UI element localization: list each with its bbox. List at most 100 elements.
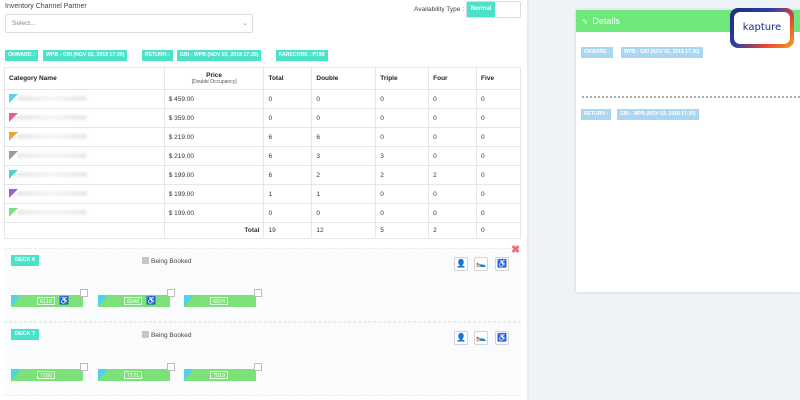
category-cell [4, 146, 165, 166]
person-icon[interactable]: 👤 [454, 257, 468, 271]
farecode-tag: FARECODE : P199 [276, 50, 328, 61]
table-row: $ 359.00 0 0 0 0 0 [4, 108, 521, 128]
four-cell: 0 [428, 89, 478, 109]
logo-text: kapture [734, 12, 790, 44]
price-cell: $ 359.00 [163, 108, 265, 128]
cabin-number: 6048 [124, 297, 143, 305]
total-cell: 0 [263, 89, 313, 109]
total-cell: 0 [263, 108, 313, 128]
total-empty-cell [4, 222, 165, 239]
cabin-7019[interactable]: 7019 [184, 369, 256, 381]
table-row: $ 199.00 6 2 2 2 0 [4, 165, 521, 185]
cabin-7160[interactable]: 7160 [11, 369, 83, 381]
cabin-checkbox[interactable] [254, 289, 262, 297]
category-name-redacted [17, 190, 87, 196]
being-booked-label: Being Booked [151, 332, 192, 339]
triple-cell: 0 [375, 108, 430, 128]
chevron-down-icon: ⌄ [242, 20, 248, 27]
inventory-table: Category Name Price [Double Occupancy] T… [4, 67, 521, 239]
table-row: $ 199.00 0 0 0 0 0 [4, 203, 521, 223]
availability-value: Normal [467, 2, 495, 17]
details-separator [582, 96, 800, 98]
four-cell: 2 [428, 165, 478, 185]
table-header-row: Category Name Price [Double Occupancy] T… [4, 67, 521, 90]
kapture-logo: kapture [730, 8, 794, 48]
details-onward-value: WPB - GBI (NOV 02, 2018 17:30) [621, 47, 703, 58]
five-cell: 0 [476, 146, 521, 166]
price-cell: $ 199.00 [163, 184, 265, 204]
details-title: Details [592, 16, 620, 26]
triple-cell: 2 [375, 165, 430, 185]
wheelchair-icon: ♿ [59, 296, 69, 305]
onward-value-tag: WPB - GBI (NOV 02, 2018 17:30) [43, 50, 128, 61]
category-cell [4, 203, 165, 223]
total-four-cell: 2 [428, 222, 478, 239]
five-cell: 0 [476, 203, 521, 223]
total-cell: 6 [263, 127, 313, 147]
triple-cell: 0 [375, 184, 430, 204]
return-label-tag: RETURN : [142, 50, 173, 61]
close-icon[interactable]: ✖ [511, 243, 520, 256]
five-cell: 0 [476, 108, 521, 128]
cabin-checkbox[interactable] [167, 363, 175, 371]
details-card: ✎ Details ONWARD : WPB - GBI (NOV 02, 20… [576, 10, 800, 292]
double-cell: 6 [311, 127, 377, 147]
price-cell: $ 219.00 [163, 146, 265, 166]
cabin-6048[interactable]: 6048 ♿ [98, 295, 170, 307]
five-cell: 0 [476, 127, 521, 147]
booking-page: Inventory Channel Partner Select... ⌄ Av… [0, 0, 800, 400]
cabin-number: 7171 [124, 371, 143, 379]
cabin-corner [98, 295, 108, 307]
category-name-redacted [17, 133, 87, 139]
cabin-checkbox[interactable] [80, 363, 88, 371]
total-total-cell: 19 [263, 222, 313, 239]
category-name-redacted [17, 114, 87, 120]
cabin-corner [11, 369, 21, 381]
table-row: $ 219.00 6 3 3 0 0 [4, 146, 521, 166]
price-cell: $ 199.00 [163, 165, 265, 185]
header-price-sub: [Double Occupancy] [191, 79, 237, 85]
cabin-checkbox[interactable] [254, 363, 262, 371]
onward-label-tag: ONWARD : [5, 50, 38, 61]
five-cell: 0 [476, 165, 521, 185]
four-cell: 0 [428, 203, 478, 223]
double-cell: 3 [311, 146, 377, 166]
header-category: Category Name [4, 67, 165, 90]
header-price: Price [Double Occupancy] [163, 67, 265, 90]
partner-label: Inventory Channel Partner [5, 3, 87, 10]
being-booked-swatch [142, 331, 149, 338]
table-row: $ 199.00 1 1 0 0 0 [4, 184, 521, 204]
person-icon[interactable]: 👤 [454, 331, 468, 345]
category-name-redacted [17, 171, 87, 177]
cabin-number: 7019 [210, 371, 229, 379]
cabin-7171[interactable]: 7171 [98, 369, 170, 381]
deck-label: DECK 6 [11, 255, 40, 266]
cabin-corner [98, 369, 108, 381]
cabin-checkbox[interactable] [167, 289, 175, 297]
availability-toggle[interactable]: Normal [466, 1, 521, 18]
cabin-6110[interactable]: 6110 ♿ [11, 295, 83, 307]
being-booked-label: Being Booked [151, 258, 192, 265]
wheelchair-icon[interactable]: ♿ [495, 331, 509, 345]
triple-cell: 0 [375, 203, 430, 223]
table-row: $ 219.00 6 6 0 0 0 [4, 127, 521, 147]
cabin-corner [11, 295, 21, 307]
total-triple-cell: 5 [375, 222, 430, 239]
total-double-cell: 12 [311, 222, 377, 239]
cabin-6024[interactable]: 6024 [184, 295, 256, 307]
details-return-label: RETURN : [581, 109, 611, 120]
four-cell: 0 [428, 146, 478, 166]
bed-icon[interactable]: 🛌 [474, 331, 488, 345]
bed-icon[interactable]: 🛌 [474, 257, 488, 271]
wheelchair-icon[interactable]: ♿ [495, 257, 509, 271]
deck-label: DECK 7 [11, 329, 40, 340]
partner-select[interactable]: Select... ⌄ [5, 14, 253, 33]
details-onward-label: ONWARD : [581, 47, 613, 58]
total-cell: 6 [263, 146, 313, 166]
cabin-checkbox[interactable] [80, 289, 88, 297]
four-cell: 0 [428, 184, 478, 204]
triple-cell: 3 [375, 146, 430, 166]
header-four: Four [428, 67, 478, 90]
double-cell: 1 [311, 184, 377, 204]
return-value-tag: GBI - WPB (NOV 03, 2018 17:30) [177, 50, 262, 61]
